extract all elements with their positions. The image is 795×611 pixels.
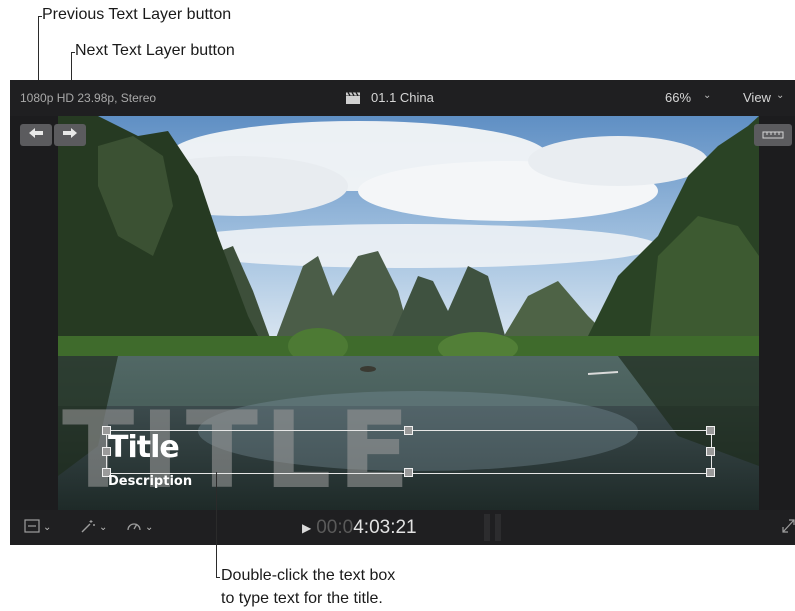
leader-line-next-tick [71,52,75,53]
arrow-left-icon [28,126,44,144]
magic-wand-icon [80,519,96,536]
zoom-menu[interactable]: 66% ⌄ [665,90,711,105]
description-text[interactable]: Description [108,474,192,489]
timecode-value: 4:03:21 [353,517,417,538]
callout-double-click-line2: to type text for the title. [221,590,383,607]
transform-menu[interactable]: ⌄ [24,519,51,536]
previous-text-layer-button[interactable] [20,124,52,146]
resize-handle-bottom-center[interactable] [404,468,413,477]
resize-handle-bottom-right[interactable] [706,468,715,477]
format-info: 1080p HD 23.98p, Stereo [20,91,157,105]
arrow-right-icon [62,126,78,144]
chevron-down-icon: ⌄ [145,522,154,533]
view-label: View [743,90,771,105]
view-menu[interactable]: View ⌄ [743,90,784,105]
clip-name: 01.1 China [371,90,434,105]
enhance-menu[interactable]: ⌄ [80,519,107,536]
title-text[interactable]: Title [108,433,180,463]
chevron-down-icon: ⌄ [703,90,712,101]
callout-next-text-layer: Next Text Layer button [75,42,235,59]
resize-handle-middle-right[interactable] [706,447,715,456]
timecode-display: ▶ 00:0 4:03:21 [302,517,417,539]
fullscreen-icon[interactable] [782,519,795,533]
next-text-layer-button[interactable] [54,124,86,146]
leader-line-textbox-tick [216,577,220,578]
speed-menu[interactable]: ⌄ [126,519,153,536]
callout-double-click-line1: Double-click the text box [221,567,396,584]
ruler-icon[interactable] [754,124,792,146]
chevron-down-icon: ⌄ [43,522,52,533]
chevron-down-icon: ⌄ [775,90,785,101]
transform-icon [24,519,40,536]
viewer: 1080p HD 23.98p, Stereo 01.1 China 66% ⌄… [10,80,795,545]
clip-info: 01.1 China [345,90,434,105]
speedometer-icon [126,519,142,536]
viewer-top-bar: 1080p HD 23.98p, Stereo 01.1 China 66% ⌄… [10,80,795,116]
resize-handle-top-center[interactable] [404,426,413,435]
pause-bars-icon [484,514,502,541]
zoom-value: 66% [665,90,692,105]
leader-line-prev-tick [38,16,42,17]
leader-line-textbox [216,472,217,578]
callout-prev-text-layer: Previous Text Layer button [42,6,232,23]
viewer-bottom-bar: ⌄ ⌄ ⌄ ▶ 00:0 4:03:21 [10,510,795,545]
timecode-dim: 00:0 [316,517,354,538]
resize-handle-top-right[interactable] [706,426,715,435]
clapperboard-icon [345,91,361,104]
play-icon[interactable]: ▶ [302,521,311,535]
chevron-down-icon: ⌄ [99,522,108,533]
